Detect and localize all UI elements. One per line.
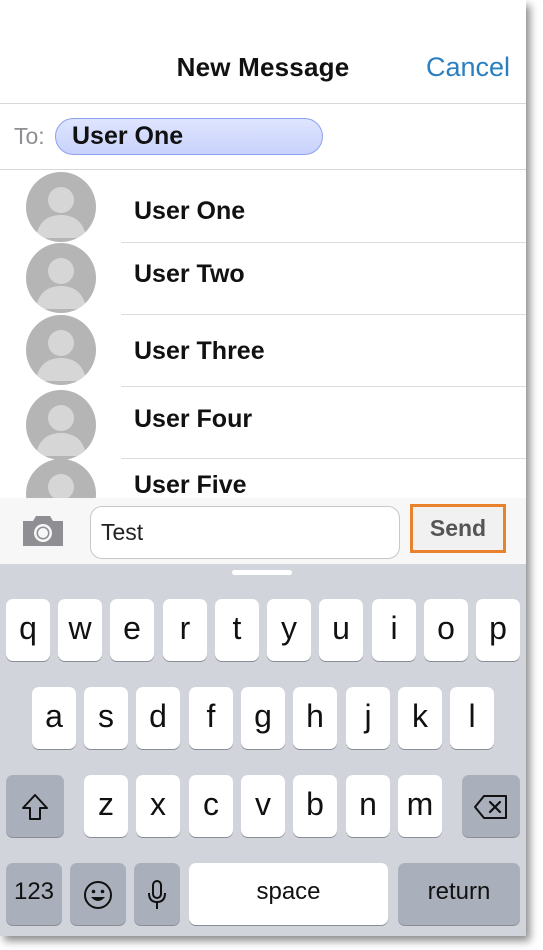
- backspace-key[interactable]: [462, 775, 520, 837]
- phone-screen: New Message Cancel To: User One User One…: [0, 0, 526, 936]
- navigation-header: New Message Cancel: [0, 0, 526, 104]
- key-b[interactable]: b: [293, 775, 337, 837]
- avatar-icon: [26, 243, 96, 313]
- key-p[interactable]: p: [476, 599, 520, 661]
- keyboard-grabber[interactable]: [232, 570, 292, 575]
- microphone-icon: [148, 879, 166, 909]
- backspace-icon: [474, 794, 507, 819]
- key-w[interactable]: w: [58, 599, 102, 661]
- contact-item[interactable]: User Five: [0, 459, 526, 498]
- key-x[interactable]: x: [136, 775, 180, 837]
- key-s[interactable]: s: [84, 687, 128, 749]
- key-r[interactable]: r: [163, 599, 207, 661]
- key-f[interactable]: f: [189, 687, 233, 749]
- contact-suggestions-list: User One User Two User Three User Four U…: [0, 171, 526, 498]
- key-d[interactable]: d: [136, 687, 180, 749]
- camera-icon[interactable]: [20, 514, 66, 548]
- return-key[interactable]: return: [398, 863, 520, 925]
- key-i[interactable]: i: [372, 599, 416, 661]
- shift-icon: [22, 793, 48, 820]
- keyboard: q w e r t y u i o p a s d f g h j k l z …: [0, 564, 526, 936]
- emoji-key[interactable]: [70, 863, 126, 925]
- key-y[interactable]: y: [267, 599, 311, 661]
- key-v[interactable]: v: [241, 775, 285, 837]
- contact-item[interactable]: User Two: [0, 243, 526, 315]
- cancel-button[interactable]: Cancel: [426, 52, 510, 83]
- key-k[interactable]: k: [398, 687, 442, 749]
- contact-name: User Five: [134, 471, 247, 498]
- recipient-chip[interactable]: User One: [55, 118, 323, 155]
- contact-name: User Three: [134, 337, 265, 365]
- contact-name: User Two: [134, 260, 245, 288]
- key-l[interactable]: l: [450, 687, 494, 749]
- avatar-icon: [26, 459, 96, 498]
- key-t[interactable]: t: [215, 599, 259, 661]
- contact-item[interactable]: User Four: [0, 387, 526, 460]
- compose-bar: Send: [0, 498, 526, 564]
- key-z[interactable]: z: [84, 775, 128, 837]
- key-g[interactable]: g: [241, 687, 285, 749]
- avatar-icon: [26, 315, 96, 385]
- message-input[interactable]: [90, 506, 400, 559]
- key-q[interactable]: q: [6, 599, 50, 661]
- emoji-icon: [84, 880, 112, 909]
- send-button[interactable]: Send: [410, 504, 506, 553]
- avatar-icon: [26, 390, 96, 460]
- key-o[interactable]: o: [424, 599, 468, 661]
- dictation-key[interactable]: [134, 863, 180, 925]
- avatar-icon: [26, 172, 96, 242]
- space-key[interactable]: space: [189, 863, 388, 925]
- to-field[interactable]: To: User One: [0, 104, 526, 170]
- contact-name: User Four: [134, 405, 253, 433]
- key-u[interactable]: u: [319, 599, 363, 661]
- contact-item[interactable]: User Three: [0, 315, 526, 387]
- contact-name: User One: [134, 197, 246, 225]
- key-c[interactable]: c: [189, 775, 233, 837]
- numbers-key[interactable]: 123: [6, 863, 62, 925]
- key-h[interactable]: h: [293, 687, 337, 749]
- to-label: To:: [14, 123, 45, 149]
- key-e[interactable]: e: [110, 599, 154, 661]
- key-m[interactable]: m: [398, 775, 442, 837]
- key-a[interactable]: a: [32, 687, 76, 749]
- contact-item[interactable]: User One: [0, 171, 526, 243]
- shift-key[interactable]: [6, 775, 64, 837]
- key-n[interactable]: n: [346, 775, 390, 837]
- key-j[interactable]: j: [346, 687, 390, 749]
